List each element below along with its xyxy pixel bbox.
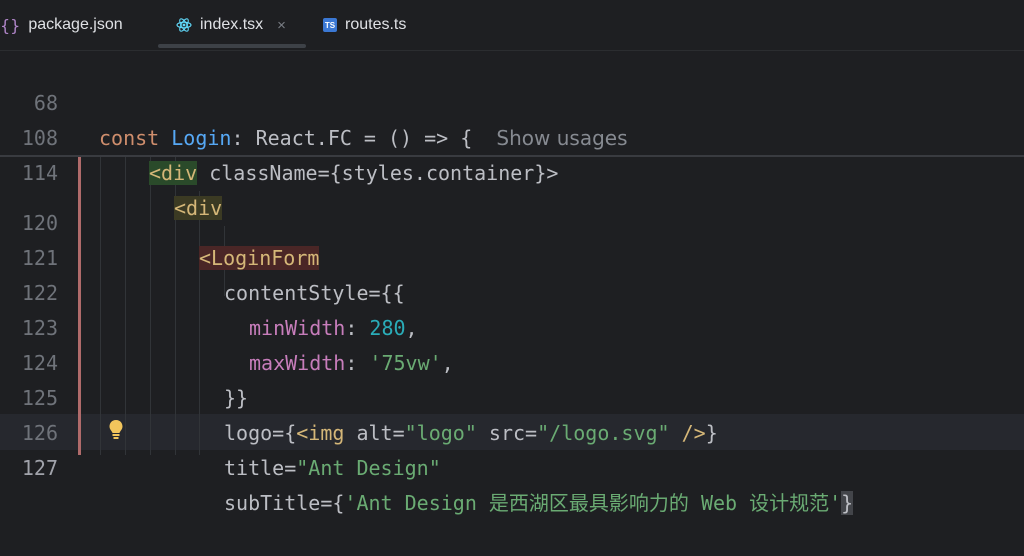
token: "Ant Design" (296, 456, 441, 480)
token: } (841, 491, 854, 515)
line-number: 114 (21, 161, 58, 185)
code-line: 124 }} (0, 311, 1024, 410)
json-braces-icon: {} (0, 15, 21, 35)
sticky-line[interactable]: 108 <div className={styles.container}> (0, 86, 1024, 185)
code-line: 126 title="Ant Design" (0, 381, 1024, 480)
code-line: 125 logo={<img alt="logo" src="/logo.svg… (0, 346, 1024, 445)
code-editor[interactable]: 120 <LoginForm 121 contentStyle={{ 122 m… (0, 51, 1024, 515)
token: subTitle={ (224, 491, 345, 515)
tab-package-json[interactable]: {} package.json (0, 0, 123, 50)
token: className={styles.container}> (197, 161, 559, 185)
tab-index-tsx[interactable]: index.tsx × (158, 0, 306, 50)
code-line-current: 127 subTitle={'Ant Design 是西湖区最具影响力的 Web… (0, 416, 1024, 515)
react-icon (176, 17, 192, 33)
code-line: 122 minWidth: 280, (0, 241, 1024, 340)
token: <div (174, 196, 223, 220)
tab-label: package.json (28, 16, 123, 33)
token: title= (224, 456, 297, 480)
line-number: 127 (21, 456, 58, 480)
editor-tab-bar: {} package.json index.tsx × TS routes.ts (0, 0, 1024, 51)
token: 'Ant Design 是西湖区最具影响力的 Web 设计规范' (344, 491, 842, 515)
sticky-header-divider (0, 155, 1024, 157)
close-icon[interactable]: × (277, 17, 286, 34)
typescript-icon: TS (323, 18, 337, 32)
lightbulb-icon[interactable] (108, 419, 124, 443)
sticky-line[interactable]: 68 const Login: React.FC = () => { Show … (0, 51, 1024, 150)
tab-label: index.tsx (200, 16, 264, 33)
tab-routes-ts[interactable]: TS routes.ts (323, 0, 406, 50)
sticky-line[interactable]: 114 <div (0, 121, 1024, 220)
tab-label: routes.ts (345, 16, 407, 33)
token: <div (149, 161, 198, 185)
code-line: 123 maxWidth: '75vw', (0, 276, 1024, 375)
code-line: 121 contentStyle={{ (0, 206, 1024, 305)
